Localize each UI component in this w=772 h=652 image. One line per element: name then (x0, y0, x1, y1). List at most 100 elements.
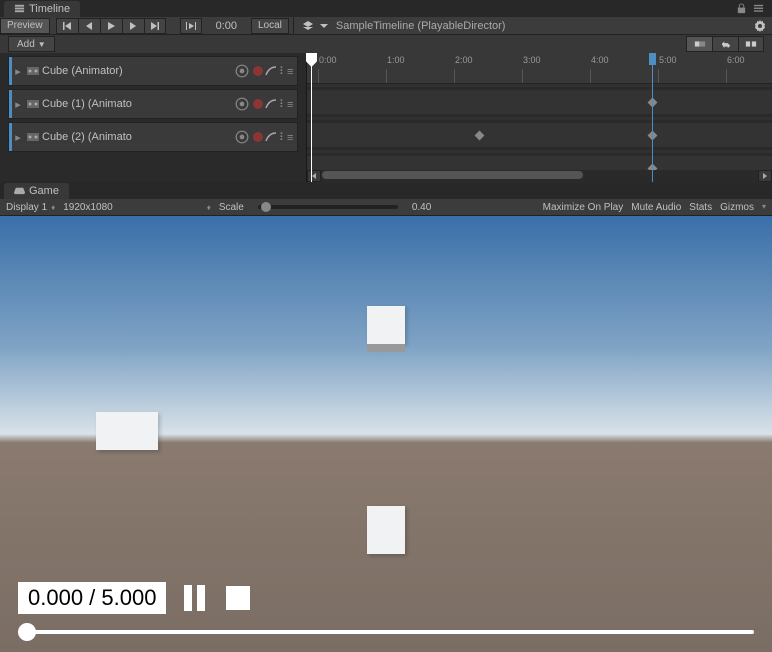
track-menu-icon[interactable]: ⠇≡ (279, 131, 291, 144)
track-menu-icon[interactable]: ⠇≡ (279, 98, 291, 111)
animator-icon (26, 64, 40, 78)
scene-cube (367, 306, 405, 344)
goto-start-icon (61, 20, 73, 32)
record-button[interactable] (253, 132, 263, 142)
scale-label: Scale (219, 202, 244, 213)
animator-icon (26, 130, 40, 144)
resolution-dropdown[interactable]: 1920x1080♦ (63, 202, 211, 213)
scale-slider[interactable] (258, 205, 398, 209)
record-button[interactable] (253, 66, 263, 76)
track-foldout[interactable]: ▸ (12, 65, 24, 78)
play-range-button[interactable] (180, 18, 202, 34)
scene-cube (367, 506, 405, 554)
slider-thumb[interactable] (261, 202, 271, 212)
scroll-right-button[interactable] (758, 170, 772, 182)
track-row[interactable]: ▸ Cube (2) (Animato ⠇≡ (8, 122, 298, 152)
ripple-mode-button[interactable] (712, 36, 738, 52)
game-icon (14, 185, 25, 196)
playhead[interactable] (311, 53, 312, 182)
binding-icon[interactable] (235, 64, 249, 78)
ruler-tick: 2:00 (455, 55, 473, 65)
play-button[interactable] (100, 18, 122, 34)
display-dropdown[interactable]: Display 1♦ (6, 202, 55, 213)
panel-menu-icon[interactable] (753, 3, 764, 14)
preview-button[interactable]: Preview (0, 18, 50, 34)
ruler-tick: 6:00 (727, 55, 745, 65)
play-range-icon (185, 20, 197, 32)
time-display[interactable]: 0:00 (210, 20, 243, 32)
playback-scrubber[interactable] (18, 630, 754, 634)
playback-time: 0.000 / 5.000 (18, 582, 166, 614)
track-area[interactable]: 0:00 1:00 2:00 3:00 4:00 5:00 6:00 (307, 53, 772, 182)
ruler-tick: 4:00 (591, 55, 609, 65)
scene-cube (96, 412, 158, 450)
track-row[interactable]: ▸ Cube (Animator) ⠇≡ (8, 56, 298, 86)
next-frame-icon (127, 20, 139, 32)
stop-button[interactable] (226, 586, 250, 610)
next-frame-button[interactable] (122, 18, 144, 34)
prev-frame-icon (83, 20, 95, 32)
animator-icon (26, 97, 40, 111)
goto-end-icon (149, 20, 161, 32)
prev-frame-button[interactable] (78, 18, 100, 34)
goto-start-button[interactable] (56, 18, 78, 34)
binding-icon[interactable] (235, 130, 249, 144)
keyframe[interactable] (475, 131, 485, 141)
chevron-down-icon: ♦ (51, 203, 55, 212)
goto-end-button[interactable] (144, 18, 166, 34)
scroll-left-button[interactable] (307, 170, 321, 182)
game-tab-label: Game (29, 185, 59, 197)
ruler-tick: 5:00 (659, 55, 677, 65)
ruler-tick: 0:00 (319, 55, 337, 65)
lock-icon[interactable] (736, 3, 747, 14)
add-track-button[interactable]: Add▼ (8, 36, 55, 52)
game-viewport: 0.000 / 5.000 (0, 216, 772, 652)
game-tab[interactable]: Game (4, 183, 69, 199)
time-ruler[interactable]: 0:00 1:00 2:00 3:00 4:00 5:00 6:00 (307, 53, 772, 84)
chevron-down-icon[interactable] (318, 20, 330, 32)
ruler-tick: 3:00 (523, 55, 541, 65)
gizmos-toggle[interactable]: Gizmos (720, 202, 754, 213)
chevron-down-icon: ♦ (207, 203, 211, 212)
track-foldout[interactable]: ▸ (12, 131, 24, 144)
layers-icon[interactable] (302, 20, 314, 32)
pause-button[interactable] (184, 585, 208, 611)
mix-mode-button[interactable] (686, 36, 712, 52)
timeline-tab-label: Timeline (29, 3, 70, 15)
chevron-down-icon: ▼ (38, 40, 46, 49)
track-foldout[interactable]: ▸ (12, 98, 24, 111)
scrollbar-thumb[interactable] (322, 171, 583, 179)
local-global-toggle[interactable]: Local (251, 18, 289, 34)
record-button[interactable] (253, 99, 263, 109)
end-marker[interactable] (652, 53, 653, 182)
chevron-down-icon[interactable]: ▾ (762, 202, 766, 213)
track-name: Cube (1) (Animato (42, 98, 231, 110)
binding-icon[interactable] (235, 97, 249, 111)
curves-icon[interactable] (265, 65, 277, 77)
track-row[interactable]: ▸ Cube (1) (Animato ⠇≡ (8, 89, 298, 119)
timeline-tab[interactable]: Timeline (4, 1, 80, 17)
stats-toggle[interactable]: Stats (689, 202, 712, 213)
track-name: Cube (2) (Animato (42, 131, 231, 143)
track-lane[interactable] (307, 87, 772, 117)
ripple-mode-icon (720, 38, 732, 50)
replace-mode-button[interactable] (738, 36, 764, 52)
ruler-tick: 1:00 (387, 55, 405, 65)
track-menu-icon[interactable]: ⠇≡ (279, 65, 291, 78)
scale-value: 0.40 (412, 202, 431, 213)
timeline-icon (14, 3, 25, 14)
replace-mode-icon (745, 38, 757, 50)
curves-icon[interactable] (265, 98, 277, 110)
curves-icon[interactable] (265, 131, 277, 143)
horizontal-scrollbar[interactable] (307, 170, 772, 182)
track-lane[interactable] (307, 120, 772, 150)
play-icon (105, 20, 117, 32)
gear-icon[interactable] (754, 20, 766, 32)
track-list: ▸ Cube (Animator) ⠇≡ ▸ Cube (1) (Animato (0, 53, 307, 182)
mute-toggle[interactable]: Mute Audio (631, 202, 681, 213)
maximize-toggle[interactable]: Maximize On Play (543, 202, 624, 213)
scrubber-thumb[interactable] (18, 623, 36, 641)
mix-mode-icon (694, 38, 706, 50)
asset-name: SampleTimeline (PlayableDirector) (336, 20, 506, 32)
track-name: Cube (Animator) (42, 65, 231, 77)
